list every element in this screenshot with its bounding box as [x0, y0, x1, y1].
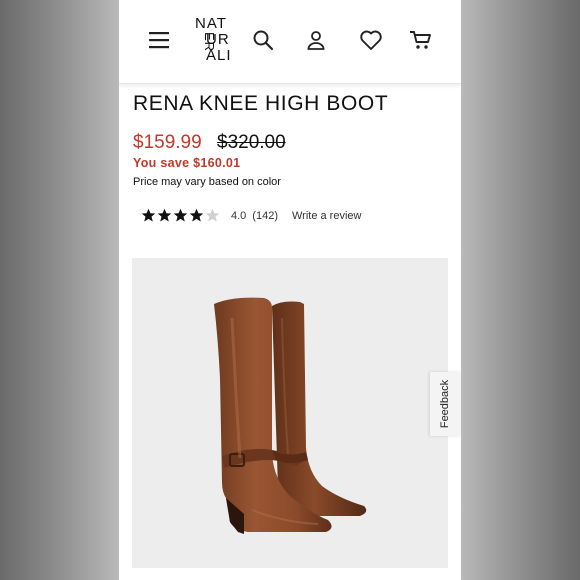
star-rating[interactable]	[141, 208, 221, 223]
brand-logo-mark: NAT UR ALIZ ER	[195, 15, 241, 64]
menu-icon[interactable]	[143, 24, 175, 56]
wishlist-icon[interactable]	[355, 24, 387, 56]
rating-row: 4.0 (142) Write a review	[141, 208, 361, 223]
savings-text: You save $160.01	[133, 156, 241, 170]
search-icon[interactable]	[247, 24, 279, 56]
star-full-icon	[157, 208, 172, 222]
product-image[interactable]	[132, 258, 448, 568]
brand-logo[interactable]: NAT UR ALIZ ER	[193, 14, 241, 70]
product-title: RENA KNEE HIGH BOOT	[133, 92, 389, 115]
site-header: NAT UR ALIZ ER	[119, 0, 461, 84]
star-full-icon	[173, 208, 188, 222]
price-note: Price may vary based on color	[133, 176, 281, 188]
rating-value: 4.0	[231, 209, 247, 222]
sale-price: $159.99	[133, 132, 202, 153]
original-price: $320.00	[217, 132, 286, 153]
cart-icon[interactable]	[405, 24, 437, 56]
boots-illustration	[214, 297, 367, 534]
write-review-link[interactable]: Write a review	[292, 210, 361, 222]
product-page: NAT UR ALIZ ER RENA KNEE HIGH BOOT $159.…	[119, 0, 461, 580]
feedback-tab[interactable]: Feedback	[430, 372, 461, 436]
logo-line-4: ER	[202, 32, 217, 52]
star-full-icon	[141, 208, 156, 222]
account-icon[interactable]	[300, 24, 332, 56]
star-empty-icon	[205, 208, 220, 222]
star-full-icon	[189, 208, 204, 222]
review-count[interactable]: (142)	[252, 210, 278, 222]
feedback-label: Feedback	[439, 379, 452, 429]
logo-line-1: NAT	[195, 15, 227, 32]
